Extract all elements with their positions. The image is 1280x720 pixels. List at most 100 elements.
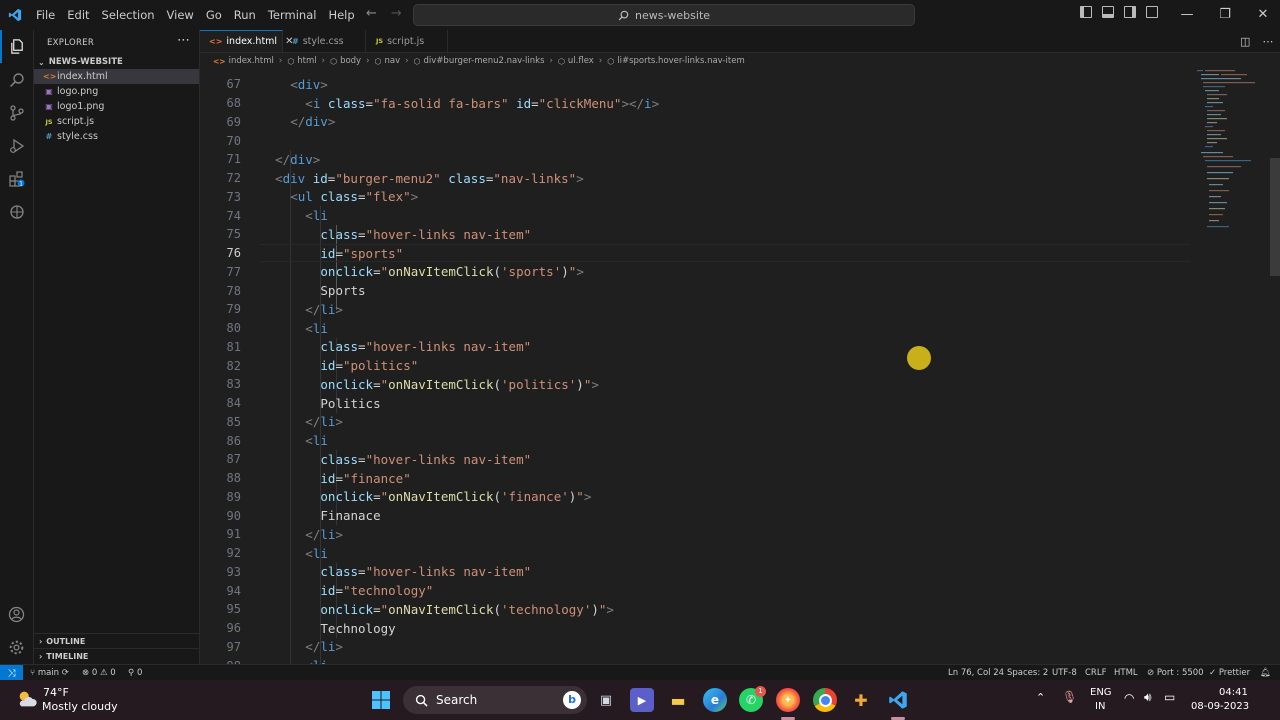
menu-terminal[interactable]: Terminal: [262, 0, 323, 30]
file-logo1-png[interactable]: ▣ logo1.png: [34, 99, 199, 114]
code-line[interactable]: 70: [200, 131, 1200, 150]
task-view-icon[interactable]: ▣: [594, 688, 618, 712]
tab-style-css[interactable]: # style.css: [283, 30, 366, 52]
prettier-status[interactable]: ✓ Prettier: [1209, 665, 1250, 681]
breadcrumb-item[interactable]: index.html: [229, 56, 274, 66]
breadcrumb-item[interactable]: div#burger-menu2.nav-links: [424, 56, 545, 66]
volume-icon[interactable]: 🔊︎: [1144, 690, 1152, 705]
code-line[interactable]: 77 onclick="onNavItemClick('sports')">: [200, 263, 1200, 282]
menu-help[interactable]: Help: [322, 0, 360, 30]
settings-gear-icon[interactable]: [0, 631, 33, 664]
code-line[interactable]: 82 id="politics": [200, 356, 1200, 375]
breadcrumb-item[interactable]: li#sports.hover-links.nav-item: [617, 56, 745, 66]
code-line[interactable]: 86 <li: [200, 431, 1200, 450]
search-view-icon[interactable]: [0, 63, 33, 96]
windows-start-icon[interactable]: [369, 688, 393, 712]
git-kraken-icon[interactable]: ✚: [849, 688, 873, 712]
tab-script-js[interactable]: JS script.js: [366, 30, 448, 52]
show-hidden-icons-icon[interactable]: ⌃: [1036, 691, 1045, 704]
weather-desc[interactable]: Mostly cloudy: [42, 700, 118, 713]
extensions-icon[interactable]: 1: [0, 162, 33, 195]
explorer-icon[interactable]: [0, 30, 33, 63]
cursor-position[interactable]: Ln 76, Col 24: [948, 665, 1004, 681]
code-line[interactable]: 85 </li>: [200, 413, 1200, 432]
folder-news-website[interactable]: ⌄ NEWS-WEBSITE: [34, 55, 199, 69]
code-line[interactable]: 81 class="hover-links nav-item": [200, 338, 1200, 357]
code-line[interactable]: 80 <li: [200, 319, 1200, 338]
code-editor[interactable]: 67 <div> 68 <i class="fa-solid fa-bars" id=…: [200, 70, 1280, 664]
split-editor-icon[interactable]: ◫: [1240, 35, 1250, 48]
live-server-port[interactable]: ⊘ Port : 5500: [1147, 665, 1204, 681]
code-line[interactable]: 96 Technology: [200, 619, 1200, 638]
encoding[interactable]: UTF-8: [1052, 665, 1077, 681]
code-line[interactable]: 69 </div>: [200, 113, 1200, 132]
minimap[interactable]: [1197, 68, 1269, 238]
code-line[interactable]: 79 </li>: [200, 300, 1200, 319]
code-line[interactable]: 90 Finanace: [200, 506, 1200, 525]
code-line[interactable]: 97 </li>: [200, 638, 1200, 657]
tab-index-html[interactable]: <> index.html ✕: [200, 30, 293, 52]
file-script-js[interactable]: JS script.js: [34, 114, 199, 129]
menu-file[interactable]: File: [30, 0, 61, 30]
source-control-icon[interactable]: [0, 96, 33, 129]
remote-explorer-icon[interactable]: [0, 195, 33, 228]
file-index-html[interactable]: <> index.html: [34, 69, 199, 84]
vscode-taskbar-icon[interactable]: [886, 688, 910, 712]
wifi-icon[interactable]: ◠: [1124, 691, 1134, 705]
input-language-bottom[interactable]: IN: [1095, 701, 1105, 712]
file-style-css[interactable]: # style.css: [34, 129, 199, 144]
forward-arrow-icon[interactable]: →: [391, 6, 402, 21]
menu-go[interactable]: Go: [200, 0, 228, 30]
teams-chat-icon[interactable]: ▶: [630, 688, 654, 712]
input-language-top[interactable]: ENG: [1090, 687, 1112, 698]
breadcrumb-item[interactable]: html: [297, 56, 316, 66]
notifications-bell-icon[interactable]: 🔔︎: [1260, 665, 1271, 681]
menu-selection[interactable]: Selection: [96, 0, 161, 30]
breadcrumb-item[interactable]: ul.flex: [568, 56, 594, 66]
customize-layout-icon[interactable]: [1146, 6, 1158, 18]
code-line[interactable]: 67 <div>: [200, 75, 1200, 94]
minimize-icon[interactable]: —: [1168, 0, 1206, 30]
code-line[interactable]: 74 <li: [200, 206, 1200, 225]
ports-status[interactable]: ⚲ 0: [128, 665, 142, 681]
code-line[interactable]: 91 </li>: [200, 525, 1200, 544]
problems-status[interactable]: ⊗ 0 ⚠ 0: [82, 665, 116, 681]
code-line[interactable]: 93 class="hover-links nav-item": [200, 563, 1200, 582]
code-line[interactable]: 87 class="hover-links nav-item": [200, 450, 1200, 469]
more-actions-icon[interactable]: ⋯: [1262, 35, 1273, 48]
breadcrumb-item[interactable]: nav: [384, 56, 400, 66]
edge-browser-icon[interactable]: e: [703, 688, 727, 712]
code-line[interactable]: 88 id="finance": [200, 469, 1200, 488]
outline-section[interactable]: › OUTLINE: [34, 633, 199, 648]
more-actions-icon[interactable]: ⋯: [177, 33, 190, 48]
command-center[interactable]: news-website: [413, 4, 915, 26]
code-line[interactable]: 75 class="hover-links nav-item": [200, 225, 1200, 244]
menu-run[interactable]: Run: [228, 0, 262, 30]
microphone-icon[interactable]: 🎙︎: [1062, 690, 1077, 704]
code-line[interactable]: 98<li: [200, 656, 1200, 664]
code-line[interactable]: 92 <li: [200, 544, 1200, 563]
code-line[interactable]: 68 <i class="fa-solid fa-bars" id="clickM…: [200, 94, 1200, 113]
battery-icon[interactable]: ▭: [1164, 690, 1175, 704]
maximize-icon[interactable]: ❐: [1206, 0, 1244, 30]
clock-time[interactable]: 04:41: [1219, 687, 1248, 698]
code-line[interactable]: 73 <ul class="flex">: [200, 188, 1200, 207]
code-line[interactable]: 72 <div id="burger-menu2" class="nav-link…: [200, 169, 1200, 188]
code-line[interactable]: 84 Politics: [200, 394, 1200, 413]
code-line[interactable]: 89 onclick="onNavItemClick('finance')">: [200, 488, 1200, 507]
breadcrumb-item[interactable]: body: [340, 56, 361, 66]
toggle-secondary-sidebar-icon[interactable]: [1124, 6, 1136, 18]
timeline-section[interactable]: › TIMELINE: [34, 648, 199, 663]
editor-scrollbar[interactable]: [1270, 158, 1280, 276]
firefox-icon[interactable]: ✦: [776, 688, 800, 712]
remote-indicator-icon[interactable]: ⤨: [0, 665, 23, 681]
language-mode[interactable]: HTML: [1114, 665, 1138, 681]
file-explorer-icon[interactable]: ▬: [666, 688, 690, 712]
branch-status[interactable]: ⑂ main ⟳: [30, 665, 69, 681]
toggle-sidebar-icon[interactable]: [1080, 6, 1092, 18]
code-line[interactable]: 78 Sports: [200, 281, 1200, 300]
chrome-icon[interactable]: [813, 688, 837, 712]
indentation[interactable]: Spaces: 2: [1007, 665, 1048, 681]
accounts-icon[interactable]: [0, 598, 33, 631]
code-line[interactable]: 94 id="technology": [200, 581, 1200, 600]
